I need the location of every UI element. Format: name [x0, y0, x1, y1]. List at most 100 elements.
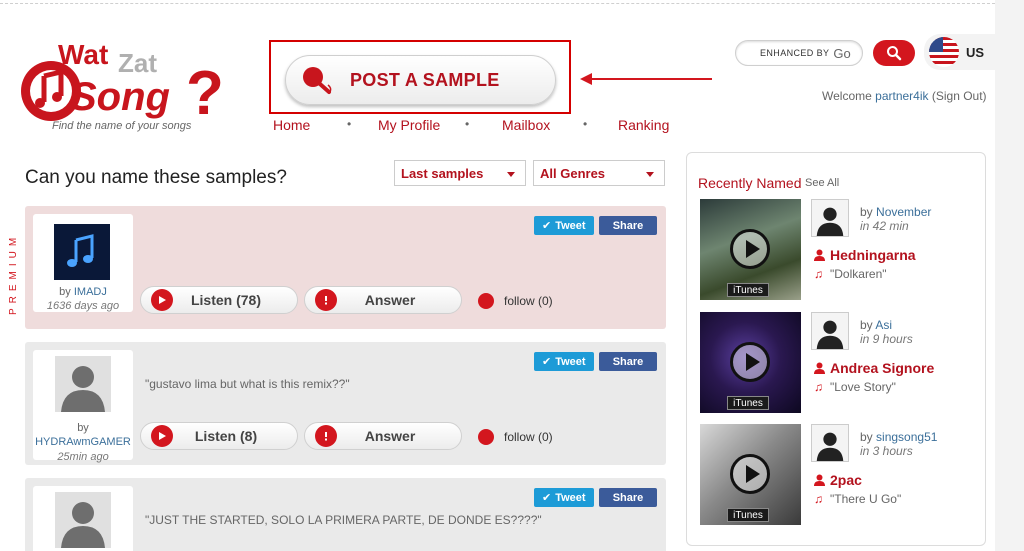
microphone-icon [303, 67, 332, 94]
sample-card: by IMADJ 1636 days ago ✔ Tweet Share Lis… [25, 206, 666, 329]
answer-button[interactable]: Answer [304, 286, 462, 314]
listen-button[interactable]: Listen (8) [140, 422, 298, 450]
twitter-icon: ✔ [542, 492, 552, 504]
share-button[interactable]: Share [599, 216, 657, 235]
answer-bubble-icon [315, 425, 337, 447]
recently-named-item: iTunes by November in 42 min Hedningarna… [700, 199, 980, 303]
play-icon [151, 289, 173, 311]
follow-button[interactable]: follow (0) [478, 429, 553, 445]
samples-filter-value: Last samples [401, 166, 484, 181]
play-icon [151, 425, 173, 447]
genres-filter-select[interactable]: All Genres [533, 160, 665, 186]
by-label: by [860, 318, 873, 332]
namer-link[interactable]: November [876, 205, 931, 219]
welcome-text: Welcome partner4ik (Sign Out) [822, 89, 987, 103]
named-time: in 42 min [860, 219, 909, 233]
recently-named-title: Recently Named [698, 175, 802, 191]
sample-card: "JUST THE STARTED, SOLO LA PRIMERA PARTE… [25, 478, 666, 551]
follow-button[interactable]: follow (0) [478, 293, 553, 309]
by-label: by [860, 430, 873, 444]
namer-link[interactable]: Asi [875, 318, 892, 332]
namer-line: by November [860, 205, 931, 219]
default-avatar-icon[interactable] [55, 492, 111, 548]
artist-link[interactable]: 2pac [814, 472, 862, 488]
premium-label: PREMIUM [8, 232, 19, 315]
default-avatar-icon[interactable] [811, 424, 849, 462]
person-icon [814, 474, 825, 486]
album-cover[interactable]: iTunes [700, 199, 801, 300]
song-link[interactable]: ♫ "Love Story" [814, 380, 896, 394]
right-gutter [995, 0, 1024, 551]
see-all-link[interactable]: See All [805, 177, 839, 189]
posted-time: 1636 days ago [46, 300, 120, 312]
search-enhanced-by: ENHANCED BY [760, 48, 830, 58]
tweet-label: Tweet [555, 491, 586, 504]
tweet-button[interactable]: ✔ Tweet [534, 216, 594, 235]
namer-link[interactable]: singsong51 [876, 430, 937, 444]
tweet-label: Tweet [555, 355, 586, 368]
share-button[interactable]: Share [599, 488, 657, 507]
tweet-button[interactable]: ✔ Tweet [534, 352, 594, 371]
default-avatar-icon[interactable] [811, 199, 849, 237]
named-time: in 9 hours [860, 332, 913, 346]
uploader-name-link[interactable]: IMADJ [74, 286, 107, 298]
album-cover[interactable]: iTunes [700, 424, 801, 525]
answer-label: Answer [364, 292, 416, 308]
twitter-icon: ✔ [542, 356, 552, 368]
answer-button[interactable]: Answer [304, 422, 462, 450]
top-divider [0, 3, 995, 4]
nav-mailbox[interactable]: Mailbox [502, 117, 550, 133]
music-note-icon: ♫ [814, 492, 823, 506]
search-button[interactable] [873, 40, 915, 66]
arrow-left-icon [580, 73, 712, 85]
music-note-avatar-icon[interactable] [54, 224, 110, 280]
follow-label: follow (0) [504, 294, 553, 308]
language-label[interactable]: US [966, 45, 984, 60]
itunes-badge[interactable]: iTunes [727, 508, 769, 522]
uploader-name-link[interactable]: HYDRAwmGAMER [33, 436, 133, 448]
tweet-button[interactable]: ✔ Tweet [534, 488, 594, 507]
tweet-label: Tweet [555, 219, 586, 232]
nav-ranking[interactable]: Ranking [618, 117, 669, 133]
sample-card: by HYDRAwmGAMER 25min ago "gustavo lima … [25, 342, 666, 465]
page: Wat Zat Song ? Find the name of your son… [0, 0, 1024, 551]
namer-line: by Asi [860, 318, 892, 332]
default-avatar-icon[interactable] [811, 312, 849, 350]
song-link[interactable]: ♫ "Dolkaren" [814, 267, 887, 281]
listen-label: Listen (8) [194, 428, 258, 444]
person-icon [814, 249, 825, 261]
itunes-badge[interactable]: iTunes [727, 283, 769, 297]
search-icon [887, 46, 902, 61]
nav-separator: • [465, 117, 470, 131]
share-button[interactable]: Share [599, 352, 657, 371]
namer-line: by singsong51 [860, 430, 937, 444]
nav-my-profile[interactable]: My Profile [378, 117, 440, 133]
post-sample-button[interactable]: POST A SAMPLE [285, 55, 556, 105]
username-link[interactable]: partner4ik [875, 89, 928, 103]
nav-home[interactable]: Home [273, 117, 310, 133]
default-avatar-icon[interactable] [55, 356, 111, 412]
sign-out-link[interactable]: (Sign Out) [932, 89, 987, 103]
search-provider: Go [833, 45, 851, 61]
play-icon[interactable] [730, 229, 770, 269]
by-label: by [860, 205, 873, 219]
by-label: by [59, 286, 71, 298]
us-flag-icon [929, 37, 959, 67]
music-note-icon: ♫ [814, 380, 823, 394]
follow-icon [478, 293, 494, 309]
genres-filter-value: All Genres [540, 166, 606, 181]
itunes-badge[interactable]: iTunes [727, 396, 769, 410]
by-label: by [77, 422, 89, 434]
samples-filter-select[interactable]: Last samples [394, 160, 526, 186]
play-icon[interactable] [730, 454, 770, 494]
svg-text:Zat: Zat [118, 48, 157, 78]
play-icon[interactable] [730, 342, 770, 382]
album-cover[interactable]: iTunes [700, 312, 801, 413]
song-link[interactable]: ♫ "There U Go" [814, 492, 901, 506]
artist-link[interactable]: Andrea Signore [814, 360, 934, 376]
twitter-icon: ✔ [542, 220, 552, 232]
follow-icon [478, 429, 494, 445]
search-input[interactable]: ENHANCED BY Go [735, 40, 863, 66]
artist-link[interactable]: Hedningarna [814, 247, 916, 263]
listen-button[interactable]: Listen (78) [140, 286, 298, 314]
